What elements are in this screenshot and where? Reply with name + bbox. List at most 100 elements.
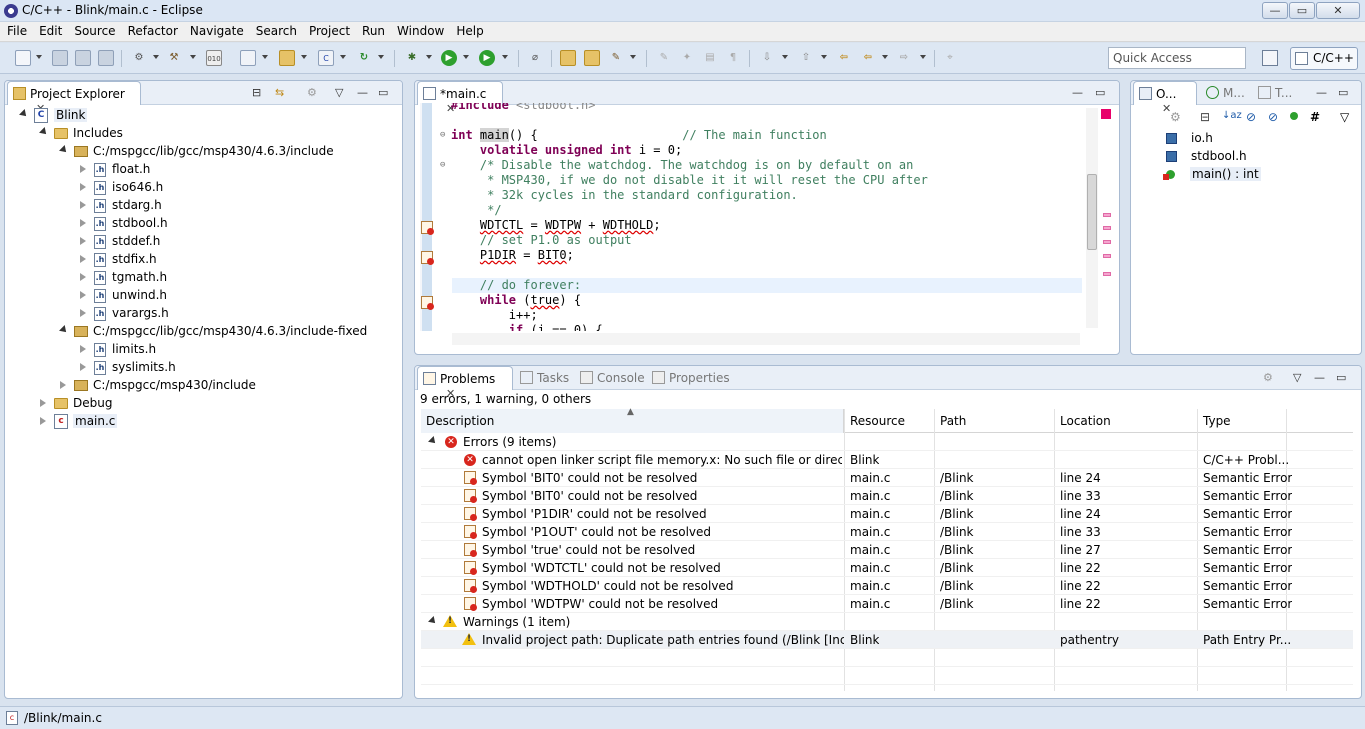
tree-item-header[interactable]: .h stdfix.h [76, 251, 396, 269]
skip-breakpoints-icon[interactable]: ⌀ [527, 50, 543, 66]
collapse-icon[interactable] [80, 345, 86, 353]
tree-item-header[interactable]: .h tgmath.h [76, 269, 396, 287]
view-menu-icon[interactable]: ▽ [1293, 371, 1301, 384]
collapse-icon[interactable] [80, 255, 86, 263]
debug-bug-icon[interactable]: ✱ [404, 50, 420, 66]
print-icon[interactable] [98, 50, 114, 66]
cpp-perspective-button[interactable]: C/C++ [1290, 47, 1358, 70]
hide-static-icon[interactable]: ⊘ [1268, 110, 1278, 124]
overview-error-mark[interactable] [1103, 254, 1111, 258]
block-icon[interactable]: ▤ [702, 50, 718, 66]
collapse-icon[interactable] [80, 363, 86, 371]
collapse-icon[interactable] [80, 219, 86, 227]
tab-outline[interactable]: O...✕ [1133, 81, 1197, 115]
new-class-icon[interactable]: C [318, 50, 334, 66]
tab-main-c[interactable]: *main.c✕ [417, 81, 503, 115]
outline-filter-icon[interactable]: ⚙ [1170, 110, 1181, 124]
forward-dropdown-icon[interactable] [920, 55, 926, 59]
overview-error-mark[interactable] [1103, 272, 1111, 276]
collapse-icon[interactable] [40, 399, 46, 407]
error-marker-icon[interactable] [421, 296, 434, 310]
tree-item-msp430-include[interactable]: C:/mspgcc/msp430/include [56, 377, 396, 395]
fold-icon[interactable]: ⊖ [440, 130, 445, 140]
tab-make[interactable]: M... [1201, 81, 1251, 105]
hide-fields-icon[interactable]: ⊘ [1246, 110, 1256, 124]
collapse-icon[interactable] [80, 291, 86, 299]
new-icon[interactable] [15, 50, 31, 66]
tab-tasks[interactable]: T... [1253, 81, 1303, 105]
menu-navigate[interactable]: Navigate [183, 22, 249, 38]
error-overview-icon[interactable] [1101, 109, 1111, 119]
tree-item-header[interactable]: .h stdarg.h [76, 197, 396, 215]
hide-macros-icon[interactable]: # [1310, 110, 1320, 124]
menu-source[interactable]: Source [67, 22, 120, 38]
refresh-dropdown-icon[interactable] [378, 55, 384, 59]
outline-view-menu-icon[interactable]: ▽ [1340, 110, 1349, 124]
tree-item-header[interactable]: .h float.h [76, 161, 396, 179]
binary-icon[interactable]: 010 [206, 50, 222, 66]
column-header-resource[interactable]: Resource [845, 409, 935, 433]
open-element-icon[interactable] [584, 50, 600, 66]
collapse-icon[interactable] [80, 309, 86, 317]
collapse-icon[interactable] [80, 201, 86, 209]
maximize-view-icon[interactable]: ▭ [1095, 86, 1105, 99]
outline-item-include[interactable]: stdbool.h [1166, 148, 1356, 166]
tree-item-include-fixed-path[interactable]: C:/mspgcc/lib/gcc/msp430/4.6.3/include-f… [56, 323, 396, 341]
code-editor[interactable]: #include <stdbool.h> int main() { // The… [417, 103, 1117, 331]
problem-row[interactable]: Symbol 'WDTPW' could not be resolved mai… [421, 595, 1353, 613]
collapse-icon[interactable] [80, 165, 86, 173]
overview-error-mark[interactable] [1103, 226, 1111, 230]
problem-row[interactable]: Symbol 'P1DIR' could not be resolved mai… [421, 505, 1353, 523]
back-icon[interactable]: ⇦ [860, 50, 876, 66]
new-class-dropdown-icon[interactable] [340, 55, 346, 59]
outline-item-include[interactable]: io.h [1166, 130, 1356, 148]
problem-row[interactable]: Symbol 'WDTCTL' could not be resolved ma… [421, 559, 1353, 577]
next-annotation-dropdown-icon[interactable] [782, 55, 788, 59]
editor-vertical-scrollbar[interactable] [1086, 108, 1098, 328]
tab-project-explorer[interactable]: Project Explorer✕ [7, 81, 141, 115]
menu-project[interactable]: Project [302, 22, 355, 38]
search-torch-icon[interactable]: ✎ [608, 50, 624, 66]
external-tools-icon[interactable]: ▶ [479, 50, 495, 66]
link-with-editor-icon[interactable]: ⇆ [275, 86, 284, 99]
refresh-icon[interactable]: ↻ [356, 50, 372, 66]
expand-icon[interactable] [428, 436, 438, 446]
minimize-view-icon[interactable]: — [357, 86, 368, 99]
build-hammer-icon[interactable]: ⚒ [166, 50, 182, 66]
filter-icon[interactable]: ⚙ [1263, 371, 1273, 384]
tree-item-header[interactable]: .h unwind.h [76, 287, 396, 305]
save-all-icon[interactable] [75, 50, 91, 66]
debug-dropdown-icon[interactable] [426, 55, 432, 59]
tree-item-debug[interactable]: Debug [36, 395, 396, 413]
problem-row[interactable]: Symbol 'P1OUT' could not be resolved mai… [421, 523, 1353, 541]
view-menu-icon[interactable]: ▽ [335, 86, 343, 99]
pen-icon[interactable]: ✎ [656, 50, 672, 66]
errors-group-row[interactable]: ✕ Errors (9 items) [421, 433, 1353, 451]
tree-item-header[interactable]: .h varargs.h [76, 305, 396, 323]
warnings-group-row[interactable]: Warnings (1 item) [421, 613, 1353, 631]
tree-item-header[interactable]: .h syslimits.h [76, 359, 396, 377]
settings-dropdown-icon[interactable] [153, 55, 159, 59]
sort-icon[interactable]: ↓az [1222, 110, 1242, 121]
tab-console[interactable]: Console [575, 366, 649, 390]
hide-non-public-icon[interactable] [1290, 112, 1298, 120]
new-dropdown-icon[interactable] [36, 55, 42, 59]
run-icon[interactable]: ▶ [441, 50, 457, 66]
minimize-view-icon[interactable]: — [1316, 86, 1327, 99]
collapse-icon[interactable] [40, 417, 46, 425]
maximize-button[interactable]: ▭ [1289, 2, 1315, 19]
collapse-icon[interactable] [80, 273, 86, 281]
scrollbar-thumb[interactable] [1087, 174, 1097, 250]
tree-item-header[interactable]: .h stddef.h [76, 233, 396, 251]
open-perspective-icon[interactable] [1262, 50, 1278, 66]
collapse-icon[interactable] [80, 237, 86, 245]
tab-tasks[interactable]: Tasks [515, 366, 575, 390]
tree-item-blink[interactable]: C Blink [16, 107, 396, 125]
minimize-button[interactable]: — [1262, 2, 1288, 19]
pin-editor-icon[interactable]: ⌖ [942, 50, 958, 66]
menu-file[interactable]: File [0, 22, 32, 38]
column-header-description[interactable]: Description ▲ [421, 407, 844, 433]
last-edit-icon[interactable]: ⇦ [836, 50, 852, 66]
forward-icon[interactable]: ⇨ [896, 50, 912, 66]
problem-row[interactable]: Symbol 'WDTHOLD' could not be resolved m… [421, 577, 1353, 595]
